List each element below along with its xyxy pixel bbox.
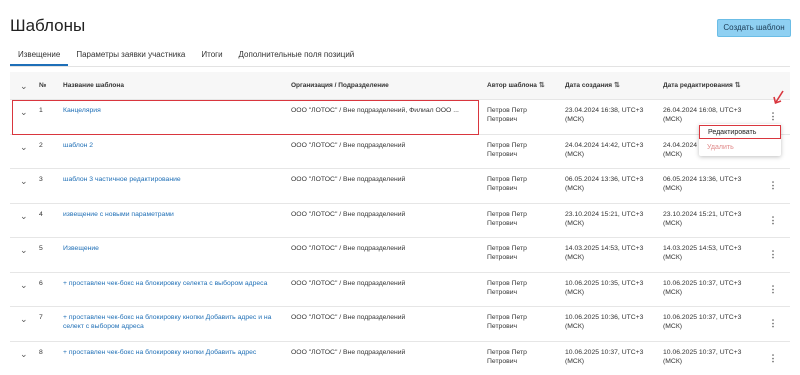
- row-number: 6: [39, 279, 43, 287]
- header-author[interactable]: Автор шаблона ⇅: [487, 72, 545, 100]
- table-row: ⌄ 3 шаблон 3 частичное редактирование ОО…: [10, 169, 790, 204]
- created-cell: 10.06.2025 10:37, UTC+3 (МСК): [565, 348, 644, 365]
- delete-menu-item[interactable]: Удалить: [699, 141, 781, 155]
- template-name-link[interactable]: Канцелярия: [63, 106, 278, 115]
- author-cell: Петров Петр Петрович: [487, 245, 527, 261]
- template-name-link[interactable]: Извещение: [63, 244, 278, 253]
- sort-icon[interactable]: ⇅: [539, 82, 545, 89]
- header-name: Название шаблона: [63, 82, 124, 89]
- chevron-down-icon[interactable]: ⌄: [20, 211, 28, 222]
- header-org: Организация / Подразделение: [291, 82, 389, 89]
- more-options-icon[interactable]: ⋮: [768, 180, 778, 191]
- created-cell: 23.04.2024 16:38, UTC+3 (МСК): [565, 107, 644, 123]
- more-options-icon[interactable]: ⋮: [768, 353, 778, 364]
- org-cell: ООО "ЛОТОС" / Вне подразделений: [291, 348, 406, 356]
- edited-cell: 14.03.2025 14:53, UTC+3 (МСК): [663, 245, 742, 261]
- page-title: Шаблоны: [10, 16, 86, 35]
- chevron-down-icon[interactable]: ⌄: [20, 176, 28, 187]
- org-cell: ООО "ЛОТОС" / Вне подразделений: [291, 279, 406, 287]
- author-cell: Петров Петр Петрович: [487, 348, 527, 365]
- more-options-icon[interactable]: ⋮: [768, 318, 778, 329]
- created-cell: 23.10.2024 15:21, UTC+3 (МСК): [565, 210, 644, 227]
- more-options-icon[interactable]: ⋮: [768, 249, 778, 260]
- template-name-link[interactable]: + проставлен чек-бокс на блокировку кноп…: [63, 313, 278, 331]
- header-num: №: [39, 82, 47, 89]
- more-options-icon[interactable]: ⋮: [768, 215, 778, 226]
- row-number: 3: [39, 176, 43, 183]
- tab-results[interactable]: Итоги: [193, 44, 230, 66]
- expand-all-icon[interactable]: ⌄: [20, 72, 28, 100]
- table-row: ⌄ 4 извещение с новыми параметрами ООО "…: [10, 204, 790, 238]
- chevron-down-icon[interactable]: ⌄: [20, 107, 28, 118]
- created-cell: 14.03.2025 14:53, UTC+3 (МСК): [565, 245, 644, 261]
- chevron-down-icon[interactable]: ⌄: [20, 245, 28, 256]
- template-name-link[interactable]: шаблон 2: [63, 141, 278, 150]
- more-options-icon[interactable]: ⋮: [768, 284, 778, 295]
- author-cell: Петров Петр Петрович: [487, 141, 527, 158]
- author-cell: Петров Петр Петрович: [487, 107, 527, 123]
- edited-cell: 23.10.2024 15:21, UTC+3 (МСК): [663, 210, 742, 227]
- chevron-down-icon[interactable]: ⌄: [20, 280, 28, 291]
- table-header: ⌄ № Название шаблона Организация / Подра…: [10, 72, 790, 100]
- table-row: ⌄ 6 + проставлен чек-бокс на блокировку …: [10, 273, 790, 307]
- author-cell: Петров Петр Петрович: [487, 176, 527, 192]
- template-name-link[interactable]: извещение с новыми параметрами: [63, 210, 278, 219]
- sort-icon[interactable]: ⇅: [735, 82, 741, 89]
- create-template-button[interactable]: Создать шаблон: [717, 19, 791, 37]
- tab-extra-fields[interactable]: Дополнительные поля позиций: [231, 44, 363, 66]
- more-options-icon[interactable]: ⋮: [768, 111, 778, 122]
- edited-cell: 10.06.2025 10:37, UTC+3 (МСК): [663, 279, 742, 296]
- row-number: 8: [39, 348, 43, 356]
- template-name-link[interactable]: + проставлен чек-бокс на блокировку кноп…: [63, 348, 278, 357]
- tabs-divider: [10, 66, 790, 67]
- edited-cell: 10.06.2025 10:37, UTC+3 (МСК): [663, 314, 742, 330]
- row-number: 5: [39, 245, 43, 252]
- edit-menu-item[interactable]: Редактировать: [699, 125, 781, 139]
- table-row: ⌄ 2 шаблон 2 ООО "ЛОТОС" / Вне подраздел…: [10, 135, 790, 169]
- tab-bar: Извещение Параметры заявки участника Ито…: [10, 44, 362, 66]
- chevron-down-icon[interactable]: ⌄: [20, 314, 28, 325]
- author-cell: Петров Петр Петрович: [487, 279, 527, 296]
- org-cell: ООО "ЛОТОС" / Вне подразделений: [291, 176, 406, 183]
- org-cell: ООО "ЛОТОС" / Вне подразделений: [291, 314, 406, 321]
- table-row: ⌄ 5 Извещение ООО "ЛОТОС" / Вне подразде…: [10, 238, 790, 273]
- header-created[interactable]: Дата создания ⇅: [565, 72, 620, 100]
- template-name-link[interactable]: шаблон 3 частичное редактирование: [63, 175, 278, 184]
- org-cell: ООО "ЛОТОС" / Вне подразделений, Филиал …: [291, 107, 459, 114]
- created-cell: 10.06.2025 10:35, UTC+3 (МСК): [565, 279, 644, 296]
- row-number: 1: [39, 107, 43, 114]
- created-cell: 24.04.2024 14:42, UTC+3 (МСК): [565, 141, 644, 158]
- created-cell: 10.06.2025 10:36, UTC+3 (МСК): [565, 314, 644, 330]
- chevron-down-icon[interactable]: ⌄: [20, 349, 28, 360]
- table-row: ⌄ 7 + проставлен чек-бокс на блокировку …: [10, 307, 790, 342]
- row-number: 7: [39, 314, 43, 321]
- templates-table: ⌄ № Название шаблона Организация / Подра…: [10, 72, 790, 375]
- chevron-down-icon[interactable]: ⌄: [20, 142, 28, 153]
- org-cell: ООО "ЛОТОС" / Вне подразделений: [291, 210, 406, 218]
- table-row: ⌄ 1 Канцелярия ООО "ЛОТОС" / Вне подразд…: [10, 100, 790, 135]
- table-row: ⌄ 8 + проставлен чек-бокс на блокировку …: [10, 342, 790, 375]
- edited-cell: 26.04.2024 16:08, UTC+3 (МСК): [663, 107, 742, 123]
- tab-notice[interactable]: Извещение: [10, 44, 69, 66]
- org-cell: ООО "ЛОТОС" / Вне подразделений: [291, 245, 406, 252]
- template-name-link[interactable]: + проставлен чек-бокс на блокировку селе…: [63, 279, 278, 288]
- row-number: 4: [39, 210, 43, 218]
- row-context-menu: Редактировать Удалить: [699, 124, 781, 156]
- edited-cell: 10.06.2025 10:37, UTC+3 (МСК): [663, 348, 742, 365]
- header-edited[interactable]: Дата редактирования ⇅: [663, 72, 741, 100]
- edited-cell: 06.05.2024 13:36, UTC+3 (МСК): [663, 176, 742, 192]
- author-cell: Петров Петр Петрович: [487, 210, 527, 227]
- row-number: 2: [39, 141, 43, 149]
- sort-icon[interactable]: ⇅: [614, 82, 620, 89]
- created-cell: 06.05.2024 13:36, UTC+3 (МСК): [565, 176, 644, 192]
- author-cell: Петров Петр Петрович: [487, 314, 527, 330]
- red-arrow-icon: [773, 90, 784, 105]
- org-cell: ООО "ЛОТОС" / Вне подразделений: [291, 141, 406, 149]
- tab-participant-params[interactable]: Параметры заявки участника: [68, 44, 193, 66]
